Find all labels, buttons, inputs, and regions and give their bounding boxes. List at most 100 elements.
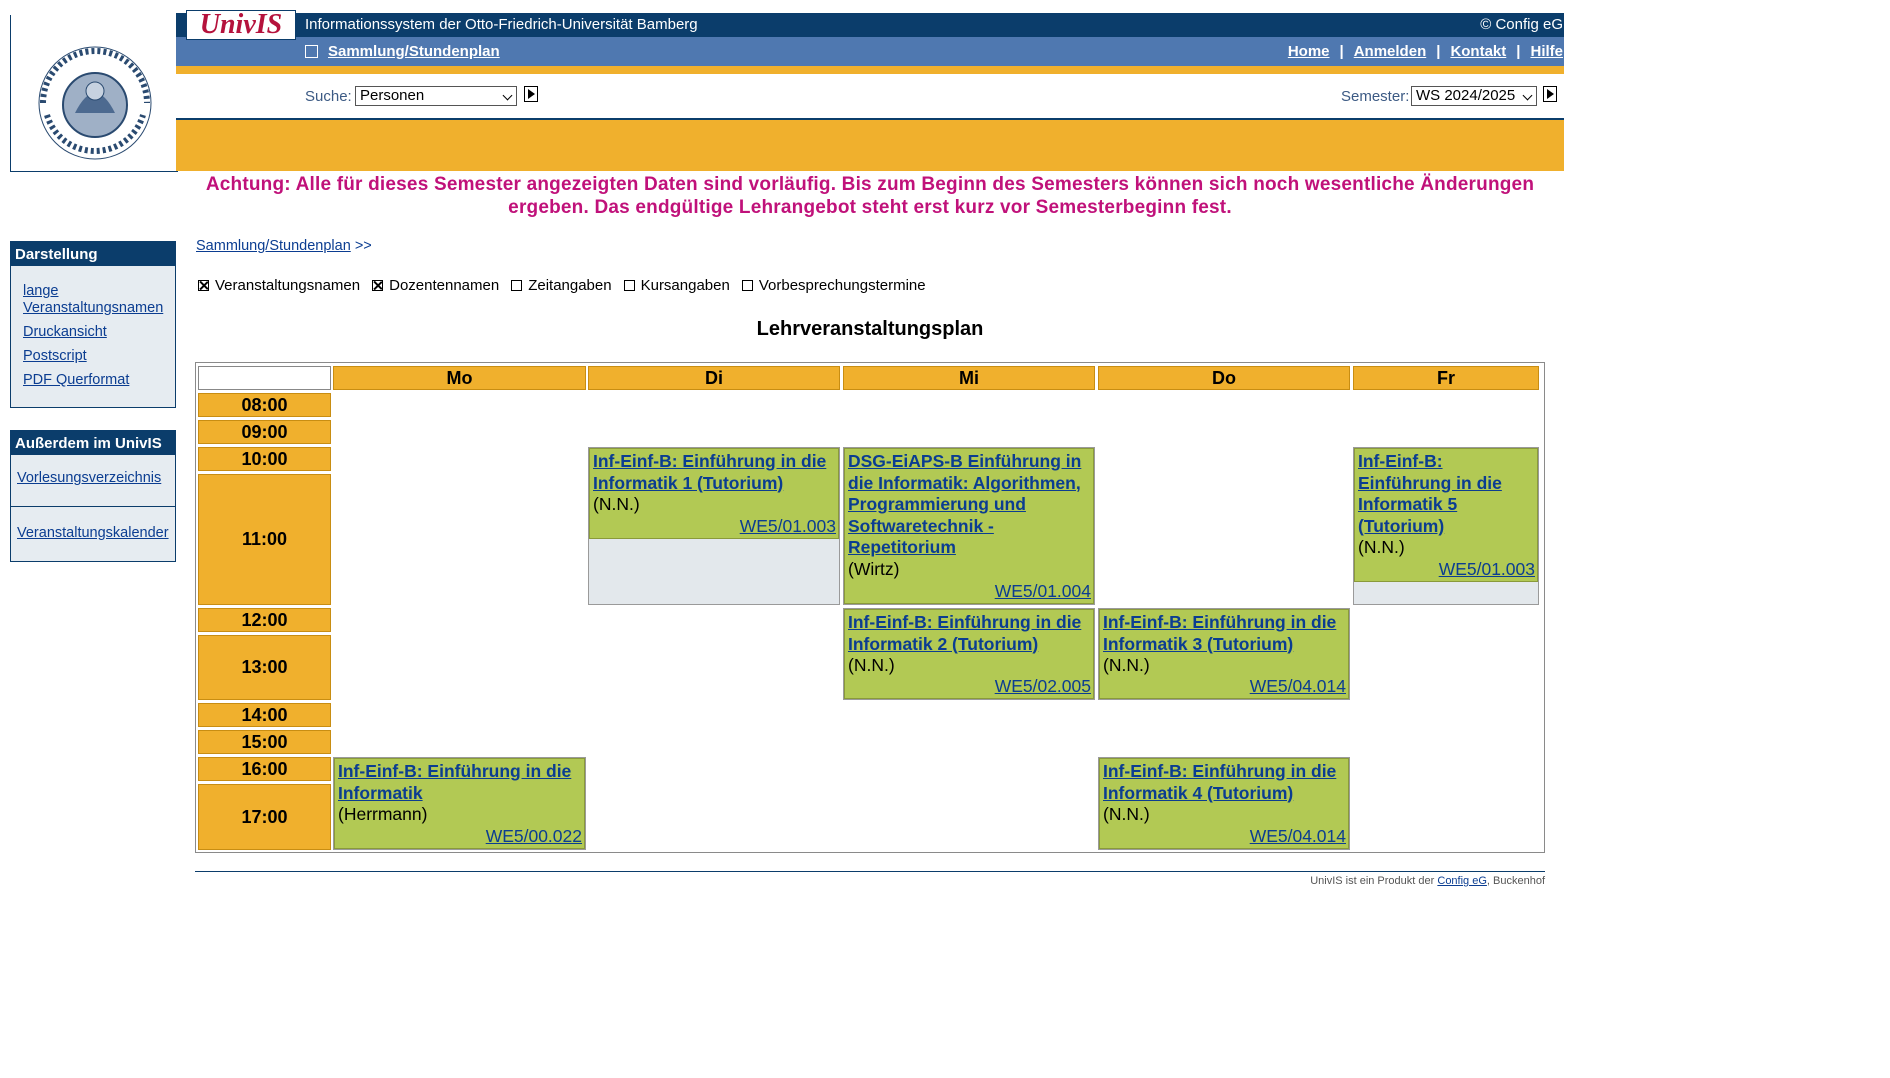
event-calendar-link[interactable]: Veranstaltungskalender [17, 525, 171, 542]
warning-message: Achtung: Alle für dieses Semester angeze… [205, 174, 1535, 218]
event-lecturer: (N.N.) [848, 655, 895, 675]
search-go-button[interactable] [524, 86, 538, 102]
option-course-names[interactable]: Veranstaltungsnamen [198, 277, 360, 294]
day-header-di: Di [588, 366, 840, 390]
checkbox-unchecked[interactable] [511, 280, 523, 291]
breadcrumb-link[interactable]: Sammlung/Stundenplan [196, 238, 351, 254]
footer-text-end: , Buckenhof [1486, 875, 1545, 887]
course-catalog-link[interactable]: Vorlesungsverzeichnis [17, 470, 171, 487]
event-room-link[interactable]: WE5/01.003 [1439, 559, 1535, 581]
event-lecturer: (N.N.) [1103, 655, 1150, 675]
event-card: Inf-Einf-B: Einführung in die Informatik… [334, 758, 585, 849]
time-slot: 14:00 [198, 703, 331, 727]
postscript-link[interactable]: Postscript [23, 348, 171, 365]
time-slot: 13:00 [198, 635, 331, 700]
copyright-text: © Config eG [1480, 16, 1563, 33]
separator: | [1516, 43, 1521, 60]
event-room-link[interactable]: WE5/01.004 [995, 581, 1091, 603]
pdf-landscape-link[interactable]: PDF Querformat [23, 372, 171, 389]
sidebar-ausserdem: Außerdem im UnivIS Vorlesungsverzeichnis… [10, 430, 176, 562]
event-card: Inf-Einf-B: Einführung in die Informatik… [1354, 448, 1538, 582]
option-prelim-meetings[interactable]: Vorbesprechungstermine [741, 277, 926, 294]
display-options: Veranstaltungsnamen Dozentennamen Zeitan… [198, 277, 938, 294]
chevron-down-icon [1522, 90, 1533, 101]
time-slot: 08:00 [198, 393, 331, 417]
footer-text: UnivIS ist ein Produkt der [1310, 875, 1435, 887]
login-link[interactable]: Anmelden [1354, 43, 1427, 60]
print-view-link[interactable]: Druckansicht [23, 324, 171, 341]
config-eg-link[interactable]: Config eG [1437, 875, 1487, 887]
chevron-down-icon [502, 90, 513, 101]
event-title-link[interactable]: Inf-Einf-B: Einführung in die Informatik… [1103, 612, 1345, 655]
option-label: Vorbesprechungstermine [758, 277, 926, 294]
sidebar-darstellung: Darstellung lange Veranstaltungsnamen Dr… [10, 241, 176, 408]
time-slot: 12:00 [198, 608, 331, 632]
sidebar-title: Außerdem im UnivIS [11, 431, 175, 455]
option-lecturer-names[interactable]: Dozentennamen [372, 277, 499, 294]
breadcrumb-separator: >> [354, 238, 372, 254]
separator: | [1339, 43, 1344, 60]
breadcrumb: Sammlung/Stundenplan >> [196, 238, 372, 254]
event-room-link[interactable]: WE5/00.022 [486, 826, 582, 848]
checkbox-checked[interactable] [198, 280, 209, 291]
top-links: Home | Anmelden | Kontakt | Hilfe [1288, 43, 1563, 60]
checkbox-unchecked[interactable] [623, 280, 635, 291]
event-lecturer: (N.N.) [593, 494, 640, 514]
option-course-info[interactable]: Kursangaben [623, 277, 730, 294]
contact-link[interactable]: Kontakt [1450, 43, 1506, 60]
nav-crumb-link[interactable]: Sammlung/Stundenplan [328, 43, 500, 60]
orange-band [176, 120, 1564, 171]
option-label: Kursangaben [640, 277, 730, 294]
univis-logo[interactable]: UnivIS [186, 10, 296, 40]
timetable-corner [198, 366, 331, 390]
event-lecturer: (Wirtz) [848, 558, 900, 579]
semester-go-button[interactable] [1543, 86, 1557, 102]
event-title-link[interactable]: DSG-EiAPS-B Einführung in die Informatik… [848, 451, 1090, 559]
event-lecturer: (N.N.) [1103, 804, 1150, 824]
time-slot: 15:00 [198, 730, 331, 754]
grid-icon [305, 45, 318, 58]
option-label: Dozentennamen [389, 277, 500, 294]
event-title-link[interactable]: Inf-Einf-B: Einführung in die Informatik… [1103, 761, 1345, 804]
time-slot: 11:00 [198, 474, 331, 605]
event-room-link[interactable]: WE5/04.014 [1250, 826, 1346, 848]
event-title-link[interactable]: Inf-Einf-B: Einführung in die Informatik… [593, 451, 835, 494]
semester-select[interactable]: WS 2024/2025 [1411, 86, 1537, 106]
semester-select-value: WS 2024/2025 [1416, 87, 1516, 104]
help-link[interactable]: Hilfe [1530, 43, 1563, 60]
day-header-mo: Mo [333, 366, 586, 390]
event-title-link[interactable]: Inf-Einf-B: Einführung in die Informatik [338, 761, 581, 804]
event-card: Inf-Einf-B: Einführung in die Informatik… [844, 609, 1094, 699]
option-label: Zeitangaben [528, 277, 612, 294]
time-slot: 17:00 [198, 784, 331, 850]
search-label: Suche: [305, 88, 352, 105]
event-room-link[interactable]: WE5/01.003 [740, 516, 836, 538]
search-select-value: Personen [360, 87, 425, 104]
plan-title: Lehrveranstaltungsplan [756, 318, 984, 340]
university-logo-box[interactable] [10, 15, 178, 172]
checkbox-checked[interactable] [372, 280, 384, 291]
university-seal-icon [38, 46, 152, 160]
time-slot: 10:00 [198, 447, 331, 471]
event-title-link[interactable]: Inf-Einf-B: Einführung in die Informatik… [848, 612, 1090, 655]
home-link[interactable]: Home [1288, 43, 1330, 60]
event-room-link[interactable]: WE5/02.005 [995, 676, 1091, 698]
event-card: Inf-Einf-B: Einführung in die Informatik… [589, 448, 839, 539]
event-title-link[interactable]: Inf-Einf-B: Einführung in die Informatik… [1358, 451, 1534, 537]
event-card: Inf-Einf-B: Einführung in die Informatik… [1099, 609, 1349, 699]
checkbox-unchecked[interactable] [741, 280, 753, 291]
semester-label: Semester: [1341, 88, 1410, 105]
event-card: Inf-Einf-B: Einführung in die Informatik… [1099, 758, 1349, 849]
footer-divider [195, 871, 1545, 872]
day-header-do: Do [1098, 366, 1350, 390]
search-type-select[interactable]: Personen [355, 86, 517, 106]
event-lecturer: (N.N.) [1358, 537, 1405, 557]
event-card: DSG-EiAPS-B Einführung in die Informatik… [844, 448, 1094, 604]
option-times[interactable]: Zeitangaben [511, 277, 612, 294]
option-label: Veranstaltungsnamen [215, 277, 361, 294]
time-slot: 16:00 [198, 757, 331, 781]
system-title: Informationssystem der Otto-Friedrich-Un… [305, 16, 698, 33]
orange-strip [176, 66, 1564, 74]
event-room-link[interactable]: WE5/04.014 [1250, 676, 1346, 698]
long-names-link[interactable]: lange Veranstaltungsnamen [23, 283, 171, 317]
